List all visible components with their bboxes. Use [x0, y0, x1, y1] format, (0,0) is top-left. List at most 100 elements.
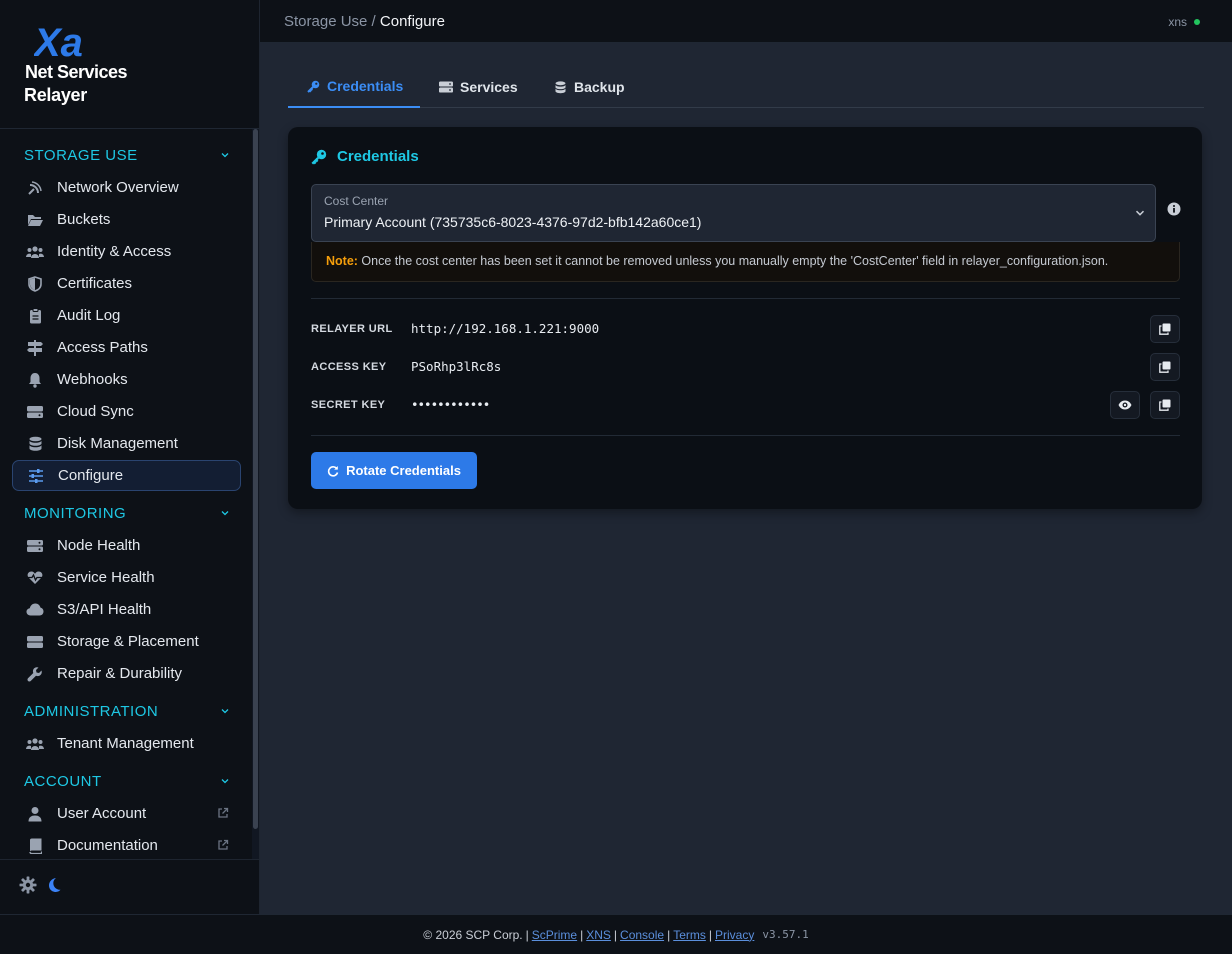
sidebar-item-certificates[interactable]: Certificates — [12, 268, 241, 299]
sidebar-item-label: Configure — [58, 467, 124, 484]
bell-icon — [26, 371, 44, 389]
clipboard-icon — [26, 307, 44, 325]
secret-key-value: •••••••••••• — [411, 397, 490, 412]
sidebar-item-storage-placement[interactable]: Storage & Placement — [12, 626, 241, 657]
breadcrumb-separator: / — [367, 13, 380, 30]
sidebar-item-network-overview[interactable]: Network Overview — [12, 172, 241, 203]
sidebar-item-access-paths[interactable]: Access Paths — [12, 332, 241, 363]
database-icon — [553, 80, 567, 94]
tab-backup[interactable]: Backup — [553, 66, 625, 108]
sidebar-item-documentation[interactable]: Documentation — [12, 830, 241, 859]
tab-services[interactable]: Services — [439, 66, 518, 108]
sidebar-item-service-health[interactable]: Service Health — [12, 562, 241, 593]
relayer-url-row: RELAYER URL http://192.168.1.221:9000 — [311, 315, 1180, 343]
svg-text:Xa: Xa — [34, 21, 83, 65]
copy-access-key-button[interactable] — [1150, 353, 1180, 381]
footer-link-console[interactable]: Console — [620, 928, 664, 942]
note-label: Note: — [326, 254, 358, 268]
credentials-card: Credentials Cost Center Primary Account … — [288, 127, 1202, 509]
chevron-down-icon — [221, 153, 229, 158]
cost-center-select[interactable]: Cost Center Primary Account (735735c6-80… — [311, 184, 1156, 242]
info-icon[interactable] — [1167, 202, 1181, 216]
brand-logo[interactable]: Xa Net Services Relayer — [0, 0, 259, 129]
sidebar-item-cloud-sync[interactable]: Cloud Sync — [12, 396, 241, 427]
footer-link-terms[interactable]: Terms — [673, 928, 706, 942]
reveal-secret-key-button[interactable] — [1110, 391, 1140, 419]
sidebar-item-audit-log[interactable]: Audit Log — [12, 300, 241, 331]
footer-link-scprime[interactable]: ScPrime — [532, 928, 577, 942]
moon-icon[interactable] — [46, 877, 61, 893]
access-key-value: PSoRhp3lRc8s — [411, 359, 502, 374]
relayer-url-key: RELAYER URL — [311, 323, 393, 335]
server-icon — [439, 80, 453, 94]
section-title: STORAGE USE — [24, 146, 138, 164]
sidebar-scrollbar[interactable] — [252, 129, 259, 859]
section-title: ADMINISTRATION — [24, 702, 159, 720]
cost-center-value: Primary Account (735735c6-8023-4376-97d2… — [324, 214, 702, 230]
copy-relayer-url-button[interactable] — [1150, 315, 1180, 343]
breadcrumb-parent[interactable]: Storage Use — [284, 13, 367, 30]
divider — [311, 298, 1180, 299]
scrollbar-thumb[interactable] — [253, 129, 258, 829]
user-badge[interactable]: xns — [1168, 15, 1200, 29]
satellite-dish-icon — [26, 179, 44, 197]
access-key-key: ACCESS KEY — [311, 361, 387, 373]
sidebar-item-label: Storage & Placement — [57, 633, 199, 650]
sidebar-item-s3-api-health[interactable]: S3/API Health — [12, 594, 241, 625]
rotate-credentials-button[interactable]: Rotate Credentials — [311, 452, 477, 489]
signpost-icon — [26, 339, 44, 357]
sidebar-item-webhooks[interactable]: Webhooks — [12, 364, 241, 395]
sidebar-item-label: Service Health — [57, 569, 155, 586]
secret-key-key: SECRET KEY — [311, 399, 386, 411]
copy-secret-key-button[interactable] — [1150, 391, 1180, 419]
rotate-credentials-label: Rotate Credentials — [346, 463, 461, 478]
username: xns — [1168, 15, 1187, 29]
user-icon — [26, 805, 44, 823]
folder-open-icon — [26, 211, 44, 229]
top-bar: Storage Use / Configure xns — [260, 0, 1232, 43]
cloud-icon — [26, 601, 44, 619]
sidebar-nav: STORAGE USE Network Overview Buckets Ide… — [0, 129, 252, 859]
sidebar-item-repair-durability[interactable]: Repair & Durability — [12, 658, 241, 689]
sidebar-item-tenant-management[interactable]: Tenant Management — [12, 728, 241, 759]
sidebar-item-identity-access[interactable]: Identity & Access — [12, 236, 241, 267]
footer-separator: | — [580, 927, 584, 942]
footer-link-xns[interactable]: XNS — [586, 928, 611, 942]
section-administration[interactable]: ADMINISTRATION — [24, 700, 230, 722]
tab-label: Backup — [574, 79, 625, 95]
breadcrumb-current: Configure — [379, 13, 445, 30]
tab-label: Credentials — [327, 78, 404, 94]
sidebar-item-buckets[interactable]: Buckets — [12, 204, 241, 235]
sidebar-item-label: Audit Log — [57, 307, 121, 324]
users-icon — [26, 735, 44, 753]
footer-separator: | — [613, 927, 618, 942]
server-icon — [26, 537, 44, 555]
sidebar-item-label: Repair & Durability — [57, 665, 183, 682]
sidebar-item-label: Network Overview — [57, 179, 179, 196]
sidebar-item-node-health[interactable]: Node Health — [12, 530, 241, 561]
external-link-icon — [218, 839, 229, 850]
footer-link-privacy[interactable]: Privacy — [715, 928, 754, 942]
chevron-down-icon — [221, 709, 229, 714]
database-icon — [26, 435, 44, 453]
wrench-icon — [26, 665, 44, 683]
sidebar-item-disk-management[interactable]: Disk Management — [12, 428, 241, 459]
breadcrumb: Storage Use / Configure — [284, 13, 445, 30]
eye-icon — [1118, 400, 1132, 410]
brand-name-line2: Relayer — [24, 85, 87, 105]
hard-drive-icon — [26, 633, 44, 651]
key-icon — [311, 149, 327, 165]
section-account[interactable]: ACCOUNT — [24, 770, 230, 792]
copy-icon — [1159, 361, 1171, 373]
section-monitoring[interactable]: MONITORING — [24, 502, 230, 524]
sidebar-item-configure[interactable]: Configure — [12, 460, 241, 491]
copyright: © 2026 SCP Corp. — [423, 927, 523, 942]
tab-credentials[interactable]: Credentials — [288, 66, 421, 108]
sidebar-item-label: Documentation — [57, 837, 158, 854]
cost-center-note: Note: Once the cost center has been set … — [311, 242, 1180, 282]
section-storage-use[interactable]: STORAGE USE — [24, 144, 230, 166]
note-text: Once the cost center has been set it can… — [357, 254, 1109, 268]
sidebar-item-user-account[interactable]: User Account — [12, 798, 241, 829]
sidebar-item-label: Node Health — [57, 537, 141, 554]
gear-icon[interactable] — [19, 876, 37, 894]
